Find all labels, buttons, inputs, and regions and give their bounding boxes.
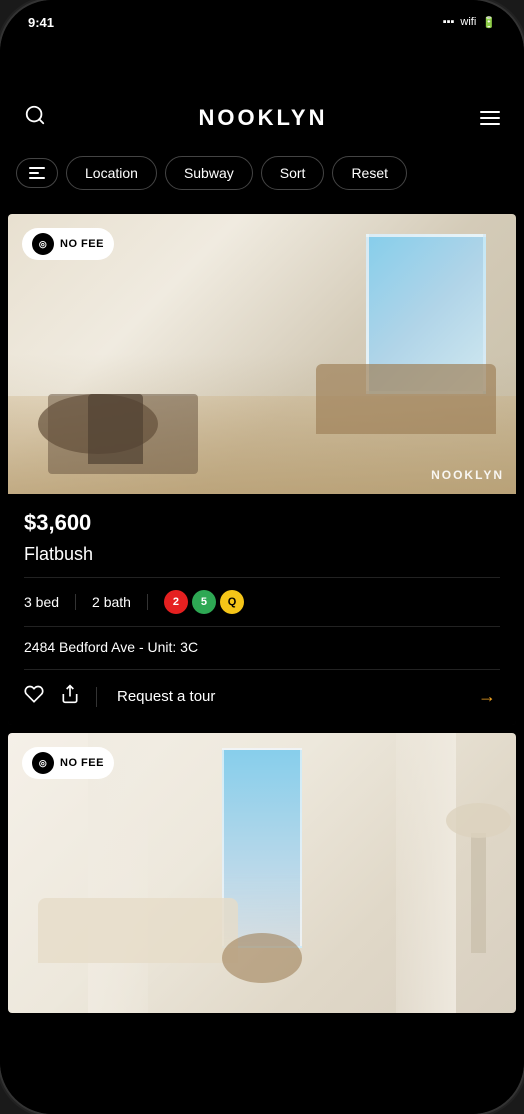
request-tour-button-1[interactable]: Request a tour → bbox=[113, 686, 500, 707]
listing-actions-1: Request a tour → bbox=[24, 684, 500, 709]
sofa2-element bbox=[38, 898, 238, 963]
subway-lines-1: 2 5 Q bbox=[164, 590, 260, 614]
favorite-button-1[interactable] bbox=[24, 684, 44, 709]
listing-image-1[interactable]: ◎ NO FEE NOOKLYN bbox=[8, 214, 516, 494]
bed-count-1: 3 bed bbox=[24, 594, 76, 610]
phone-screen: 9:41 ▪▪▪ wifi 🔋 NOOKLYN bbox=[0, 0, 524, 1114]
listing-card-2: ◎ NO FEE bbox=[8, 733, 516, 1013]
listing-address-1: 2484 Bedford Ave - Unit: 3C bbox=[24, 639, 500, 670]
status-icons: ▪▪▪ wifi 🔋 bbox=[443, 16, 496, 29]
nooklyn-watermark-1: NOOKLYN bbox=[431, 468, 504, 482]
subway-badge-2: 2 bbox=[164, 590, 188, 614]
subway-badge-5: 5 bbox=[192, 590, 216, 614]
phone-frame: 9:41 ▪▪▪ wifi 🔋 NOOKLYN bbox=[0, 0, 524, 1114]
app-header: NOOKLYN bbox=[0, 44, 524, 148]
filter-bar: Location Subway Sort Reset bbox=[0, 148, 524, 206]
listing-neighborhood-1: Flatbush bbox=[24, 544, 500, 578]
app-logo: NOOKLYN bbox=[199, 105, 328, 131]
search-icon[interactable] bbox=[24, 104, 46, 132]
filter-sliders-button[interactable] bbox=[16, 158, 58, 188]
reset-filter-button[interactable]: Reset bbox=[332, 156, 407, 190]
status-bar: 9:41 ▪▪▪ wifi 🔋 bbox=[0, 0, 524, 44]
sofa-element bbox=[316, 364, 496, 434]
signal-icon: ▪▪▪ bbox=[443, 16, 455, 28]
listing-price-1: $3,600 bbox=[24, 510, 500, 536]
curtain-right bbox=[396, 733, 456, 1013]
wifi-icon: wifi bbox=[460, 16, 476, 28]
subway-badges-1: 2 5 Q bbox=[164, 590, 244, 614]
hamburger-icon bbox=[480, 111, 500, 125]
no-fee-badge-2: ◎ NO FEE bbox=[22, 747, 114, 779]
table-element bbox=[38, 394, 158, 454]
lamp-element bbox=[471, 833, 486, 953]
menu-icon[interactable] bbox=[480, 111, 500, 125]
share-button-1[interactable] bbox=[60, 684, 80, 709]
sort-filter-button[interactable]: Sort bbox=[261, 156, 325, 190]
table2-element bbox=[222, 933, 302, 983]
location-filter-button[interactable]: Location bbox=[66, 156, 157, 190]
action-separator-1 bbox=[96, 687, 97, 707]
bath-count-1: 2 bath bbox=[92, 594, 148, 610]
no-fee-badge-1: ◎ NO FEE bbox=[22, 228, 114, 260]
listing-image-2[interactable]: ◎ NO FEE bbox=[8, 733, 516, 1013]
listing-details-1: $3,600 Flatbush 3 bed 2 bath 2 5 Q bbox=[8, 494, 516, 725]
subway-filter-button[interactable]: Subway bbox=[165, 156, 253, 190]
listing-specs-1: 3 bed 2 bath 2 5 Q bbox=[24, 590, 500, 627]
listings-container: ◎ NO FEE NOOKLYN $3,600 Flatbush 3 bed 2… bbox=[0, 206, 524, 1114]
sliders-icon bbox=[29, 167, 45, 179]
battery-icon: 🔋 bbox=[482, 16, 496, 29]
status-time: 9:41 bbox=[28, 15, 54, 30]
tour-arrow-1: → bbox=[478, 686, 496, 707]
nooklyn-logo-small-2: ◎ bbox=[32, 752, 54, 774]
listing-card-1: ◎ NO FEE NOOKLYN $3,600 Flatbush 3 bed 2… bbox=[8, 214, 516, 725]
nooklyn-logo-small-1: ◎ bbox=[32, 233, 54, 255]
chair-element bbox=[88, 394, 143, 464]
subway-badge-q: Q bbox=[220, 590, 244, 614]
